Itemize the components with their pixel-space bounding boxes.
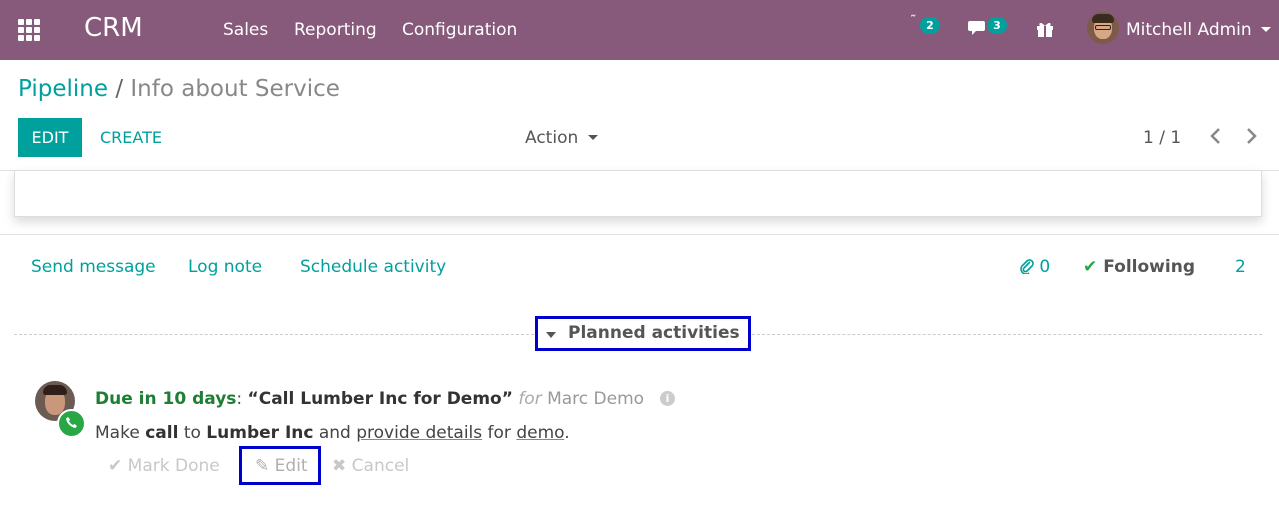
activity-note: Make call to Lumber Inc and provide deta… <box>95 423 570 443</box>
phone-icon <box>57 409 86 438</box>
caret-down-icon <box>546 332 556 338</box>
highlight-box <box>239 446 321 485</box>
clock-icon[interactable]: ˜ <box>910 14 917 29</box>
paperclip-icon <box>1020 257 1039 277</box>
cancel-label: Cancel <box>351 456 410 476</box>
gift-icon[interactable] <box>1035 19 1055 43</box>
check-icon: ✔ <box>108 456 123 476</box>
divider <box>0 234 1279 235</box>
planned-activities-toggle[interactable]: Planned activities <box>535 316 751 351</box>
chat-icon[interactable] <box>968 19 988 41</box>
cancel-activity-button[interactable]: ✖ Cancel <box>332 456 409 476</box>
send-message-button[interactable]: Send message <box>31 257 156 277</box>
activity-assignee: Marc Demo <box>547 389 645 409</box>
message-count-badge[interactable]: 3 <box>987 17 1007 34</box>
attachments-count: 0 <box>1039 257 1051 277</box>
user-avatar[interactable] <box>1087 12 1119 44</box>
form-sheet <box>14 170 1262 217</box>
note-text: call <box>145 423 179 443</box>
edit-button[interactable]: EDIT <box>18 118 82 157</box>
attachments-button[interactable]: 0 <box>1020 257 1050 277</box>
menu-configuration[interactable]: Configuration <box>402 20 517 40</box>
breadcrumb-separator: / <box>115 76 124 102</box>
breadcrumb-pipeline[interactable]: Pipeline <box>18 76 108 102</box>
schedule-activity-button[interactable]: Schedule activity <box>300 257 446 277</box>
pager-previous-button[interactable] <box>1209 126 1223 151</box>
note-text: . <box>564 423 570 443</box>
app-name[interactable]: CRM <box>84 13 143 43</box>
check-icon: ✔ <box>1083 257 1098 277</box>
activity-header: Due in 10 days: “Call Lumber Inc for Dem… <box>95 389 644 409</box>
activity-colon: : <box>236 389 243 409</box>
mark-done-button[interactable]: ✔ Mark Done <box>108 456 220 476</box>
menu-reporting[interactable]: Reporting <box>294 20 377 40</box>
note-text: provide details <box>356 423 483 443</box>
dashed-divider <box>752 334 1262 335</box>
note-text: and <box>318 423 351 443</box>
planned-activities-label: Planned activities <box>568 323 740 343</box>
activity-count-badge[interactable]: 2 <box>920 17 940 34</box>
following-button[interactable]: ✔ Following <box>1083 257 1195 277</box>
breadcrumb-current: Info about Service <box>130 76 340 102</box>
info-icon[interactable]: i <box>660 391 675 406</box>
chevron-down-icon[interactable] <box>588 135 598 140</box>
user-menu[interactable]: Mitchell Admin <box>1126 20 1252 40</box>
menu-sales[interactable]: Sales <box>223 20 268 40</box>
activity-for-label: for <box>518 389 542 409</box>
pager-next-button[interactable] <box>1244 126 1258 151</box>
create-button[interactable]: CREATE <box>100 128 162 147</box>
breadcrumb: Pipeline / Info about Service <box>18 76 340 102</box>
activity-summary: “Call Lumber Inc for Demo” <box>247 389 513 409</box>
log-note-button[interactable]: Log note <box>188 257 262 277</box>
chevron-down-icon[interactable] <box>1261 27 1271 32</box>
note-text: demo <box>516 423 565 443</box>
close-icon: ✖ <box>332 456 347 476</box>
apps-grid-icon[interactable] <box>18 19 40 41</box>
followers-button[interactable]: 2 <box>1235 257 1246 277</box>
top-navbar: CRM Sales Reporting Configuration ˜ 2 3 … <box>0 0 1279 60</box>
mark-done-label: Mark Done <box>127 456 220 476</box>
note-text: for <box>487 423 511 443</box>
note-text: Make <box>95 423 140 443</box>
action-dropdown[interactable]: Action <box>525 128 578 148</box>
pager-value[interactable]: 1 / 1 <box>1143 128 1181 148</box>
note-text: to <box>183 423 201 443</box>
activity-due: Due in 10 days <box>95 389 237 409</box>
note-text: Lumber Inc <box>206 423 314 443</box>
dashed-divider <box>14 334 534 335</box>
following-label: Following <box>1103 257 1195 277</box>
